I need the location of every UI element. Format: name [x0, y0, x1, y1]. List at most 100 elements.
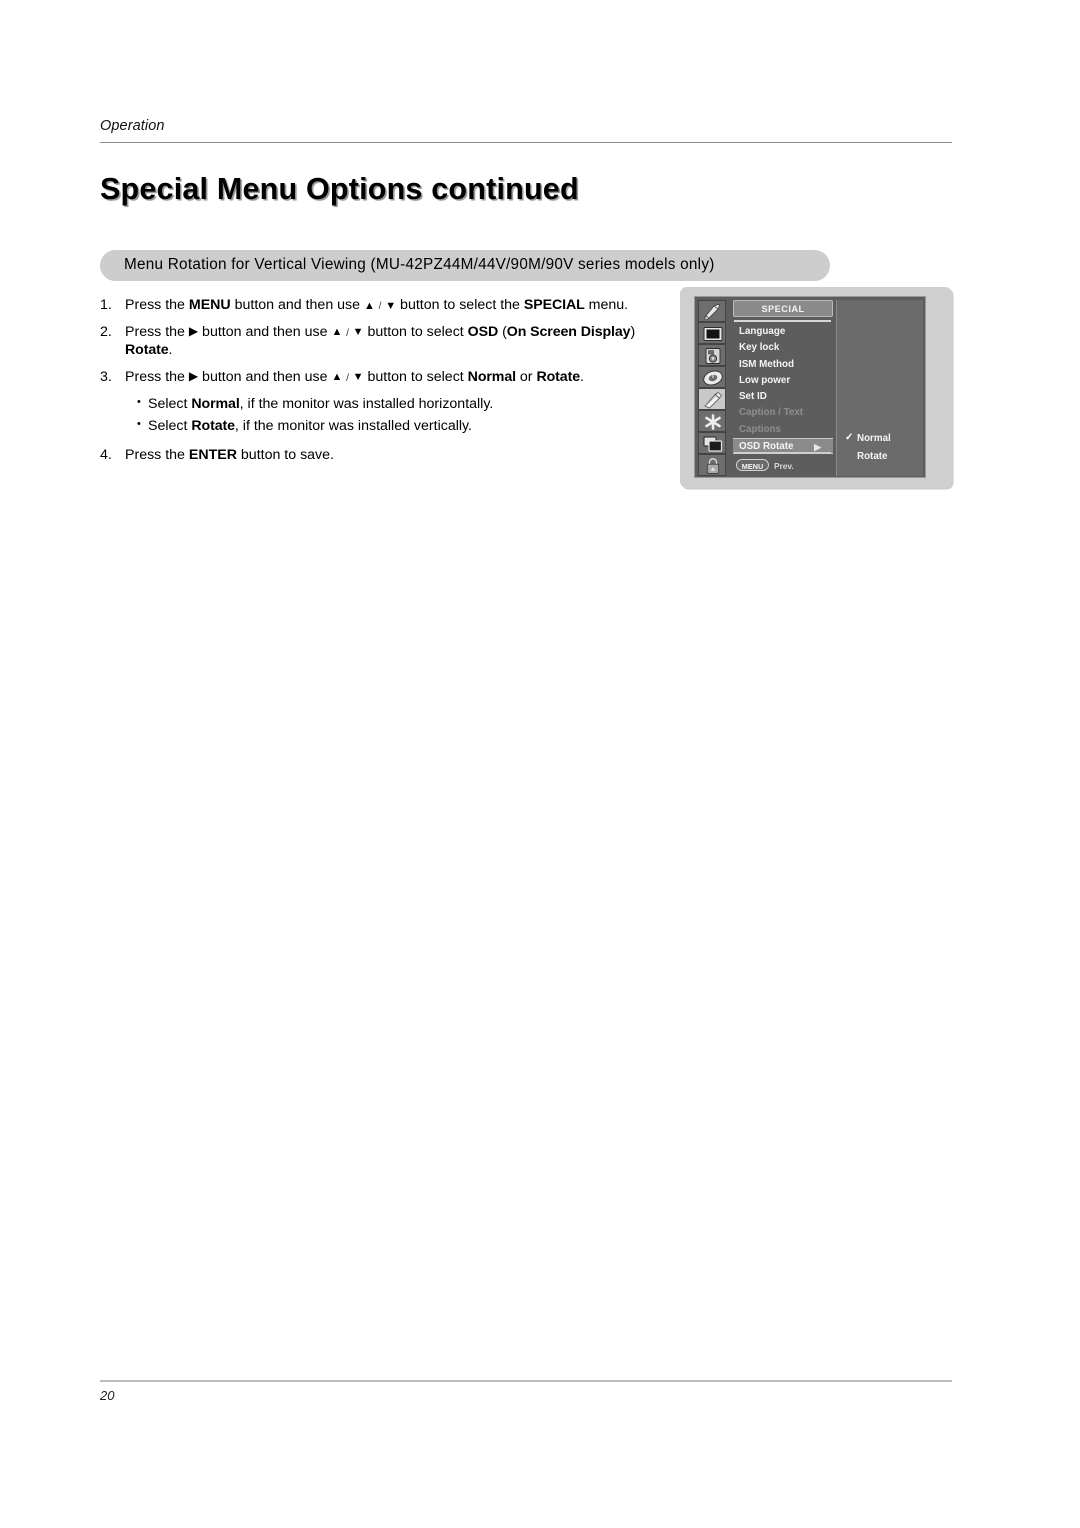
- emphasis-text: SPECIAL: [523, 297, 585, 313]
- emphasis-text: Rotate: [191, 418, 235, 435]
- emphasis-text: Normal: [191, 396, 240, 413]
- osd-title-divider: [734, 320, 831, 322]
- osd-menu-item[interactable]: Key lock: [733, 340, 833, 356]
- osd-menu-item: Caption / Text: [733, 405, 833, 421]
- step-number: 1.: [100, 297, 112, 313]
- emphasis-text: OSD: [467, 323, 499, 340]
- body-text: , if the monitor was installed verticall…: [234, 418, 472, 435]
- step-number: 4.: [100, 446, 112, 463]
- list-item: Select Normal, if the monitor was instal…: [137, 396, 670, 414]
- body-text: button to select: [363, 323, 468, 340]
- body-text: button to select the: [396, 297, 524, 313]
- step-text: Press the ▶ button and then use ▲ / ▼ bu…: [125, 325, 670, 339]
- osd-menu-items: Language Key lock ISM Method Low power Set I…: [733, 324, 833, 455]
- emphasis-text: MENU: [188, 297, 231, 313]
- body-text: Select: [148, 418, 192, 435]
- arrow-glyph-icon: ▼: [352, 326, 364, 339]
- speaker-audio-icon[interactable]: [698, 344, 726, 366]
- osd-menu-item-label: OSD Rotate: [739, 441, 794, 453]
- osd-checkmark-icon: ✓: [845, 432, 854, 443]
- screen-adjust-icon[interactable]: [698, 410, 726, 432]
- osd-menu-item-label: Language: [739, 326, 786, 337]
- instruction-step: 3. Press the ▶ button and then use ▲ / ▼ …: [100, 368, 670, 385]
- osd-option-normal[interactable]: Normal: [857, 433, 891, 444]
- body-text: menu.: [584, 297, 629, 313]
- antenna-icon[interactable]: [698, 300, 726, 322]
- osd-menu-item-label: ISM Method: [739, 358, 794, 370]
- special-wrench-icon[interactable]: [698, 388, 726, 410]
- page-number: 20: [100, 1388, 115, 1403]
- osd-menu-item-label: Captions: [739, 423, 781, 435]
- instruction-list: 1. Press the MENU button and then use ▲ /…: [100, 298, 670, 475]
- step-text: Press the ENTER button to save.: [125, 448, 670, 462]
- body-text: ): [630, 323, 636, 340]
- bullet-list: Select Normal, if the monitor was instal…: [100, 396, 670, 436]
- body-text: button and then use: [198, 368, 332, 385]
- section-heading-text: Menu Rotation for Vertical Viewing (MU-4…: [124, 256, 715, 273]
- body-text: Press the: [125, 323, 189, 340]
- body-text: (: [498, 323, 507, 340]
- body-text: button and then use: [230, 297, 364, 313]
- step-text: Press the MENU button and then use ▲ / ▼…: [125, 298, 670, 312]
- body-text: .: [168, 341, 173, 358]
- osd-footer-divider: [734, 452, 831, 454]
- lock-padlock-icon[interactable]: [698, 454, 726, 476]
- step-text-continuation: Rotate.: [125, 343, 670, 357]
- body-text: button and then use: [198, 323, 332, 340]
- osd-menu-button-label: MENU: [741, 461, 764, 471]
- osd-menu-item[interactable]: ISM Method: [733, 357, 833, 373]
- instruction-step: 2. Press the ▶ button and then use ▲ / ▼ …: [100, 323, 670, 358]
- instruction-step: 1. Press the MENU button and then use ▲ /…: [100, 298, 670, 312]
- emphasis-text: ENTER: [188, 446, 237, 463]
- osd-footer: MENU Prev.: [734, 458, 831, 473]
- osd-menu-item-label: Caption / Text: [739, 407, 804, 419]
- pip-windows-icon[interactable]: [698, 432, 726, 454]
- osd-menu-item[interactable]: Low power: [733, 373, 833, 389]
- osd-menu-item[interactable]: Language: [733, 324, 833, 340]
- body-text: Press the: [125, 368, 189, 385]
- osd-icon-rail: [698, 300, 726, 476]
- body-text: button to select: [363, 368, 468, 385]
- separator-text: /: [375, 301, 385, 312]
- osd-menu-title: SPECIAL: [733, 300, 833, 317]
- body-text: Press the: [125, 446, 189, 463]
- osd-illustration: SPECIAL Language Key lock ISM Method Low po…: [680, 287, 952, 488]
- arrow-glyph-icon: ▼: [385, 299, 397, 312]
- step-text: Press the ▶ button and then use ▲ / ▼ bu…: [125, 370, 670, 384]
- body-text: Press the: [125, 297, 189, 313]
- footer-rule: [100, 1380, 952, 1382]
- picture-screen-icon[interactable]: [698, 322, 726, 344]
- body-text: , if the monitor was installed horizonta…: [239, 396, 494, 413]
- emphasis-text: On Screen Display: [506, 323, 631, 340]
- osd-screen: SPECIAL Language Key lock ISM Method Low po…: [694, 296, 926, 478]
- arrow-glyph-icon: ▲: [331, 326, 343, 339]
- osd-menu-button[interactable]: MENU: [736, 459, 769, 471]
- emphasis-text: Rotate: [536, 368, 580, 385]
- arrow-right-glyph-icon: ▶: [188, 324, 199, 339]
- arrow-glyph-icon: ▲: [331, 371, 343, 384]
- body-text: button to save.: [236, 446, 334, 463]
- list-item: Select Rotate, if the monitor was instal…: [137, 418, 670, 436]
- osd-menu-item-label: Low power: [739, 374, 791, 386]
- step-number: 3.: [100, 368, 112, 385]
- section-heading-bar: Menu Rotation for Vertical Viewing (MU-4…: [100, 250, 830, 281]
- osd-menu-item: Captions: [733, 422, 833, 438]
- body-text: or: [515, 368, 537, 385]
- separator-text: /: [343, 372, 352, 384]
- clock-time-icon[interactable]: [698, 366, 726, 388]
- body-text: .: [580, 368, 584, 385]
- header-rule: [100, 142, 952, 143]
- body-text: Select: [148, 396, 192, 413]
- osd-menu-item[interactable]: Set ID: [733, 389, 833, 405]
- osd-option-rotate[interactable]: Rotate: [857, 451, 887, 462]
- emphasis-text: Rotate: [125, 341, 169, 358]
- page-title: Special Menu Options continued: [100, 172, 579, 206]
- osd-menu-column: SPECIAL Language Key lock ISM Method Low po…: [733, 300, 833, 476]
- emphasis-text: Normal: [467, 368, 516, 385]
- step-number: 2.: [100, 323, 112, 340]
- separator-text: /: [343, 327, 352, 339]
- arrow-glyph-icon: ▼: [352, 371, 364, 384]
- running-head: Operation: [100, 118, 165, 134]
- document-page: Operation Special Menu Options continued…: [0, 0, 1080, 1528]
- osd-sub-panel: ✓ Normal Rotate: [836, 300, 923, 476]
